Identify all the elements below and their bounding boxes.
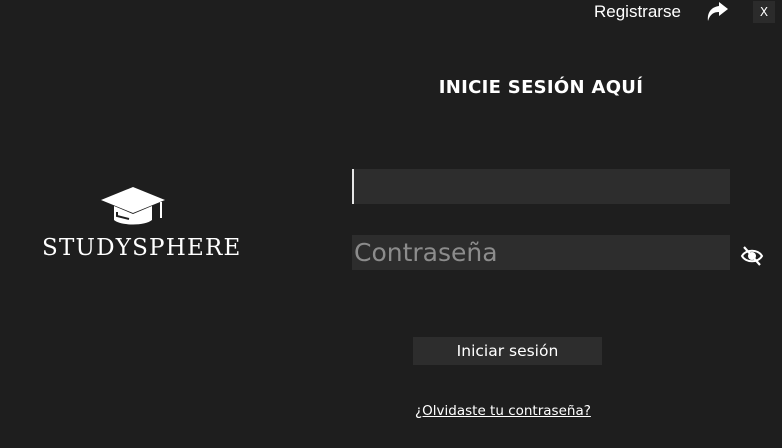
logo-wordmark: STUDYSPHERE (42, 235, 242, 261)
password-field[interactable] (352, 235, 730, 270)
close-button[interactable]: X (753, 1, 775, 23)
register-link[interactable]: Registrarse (594, 2, 681, 22)
username-input[interactable] (352, 169, 730, 204)
forgot-password-link[interactable]: ¿Olvidaste tu contraseña? (415, 403, 591, 419)
login-button[interactable]: Iniciar sesión (413, 337, 602, 365)
graduation-cap-icon (101, 187, 167, 225)
share-arrow-icon[interactable] (704, 0, 730, 24)
eye-hidden-icon[interactable] (740, 245, 764, 267)
page-title: INICIE SESIÓN AQUÍ (438, 77, 644, 98)
